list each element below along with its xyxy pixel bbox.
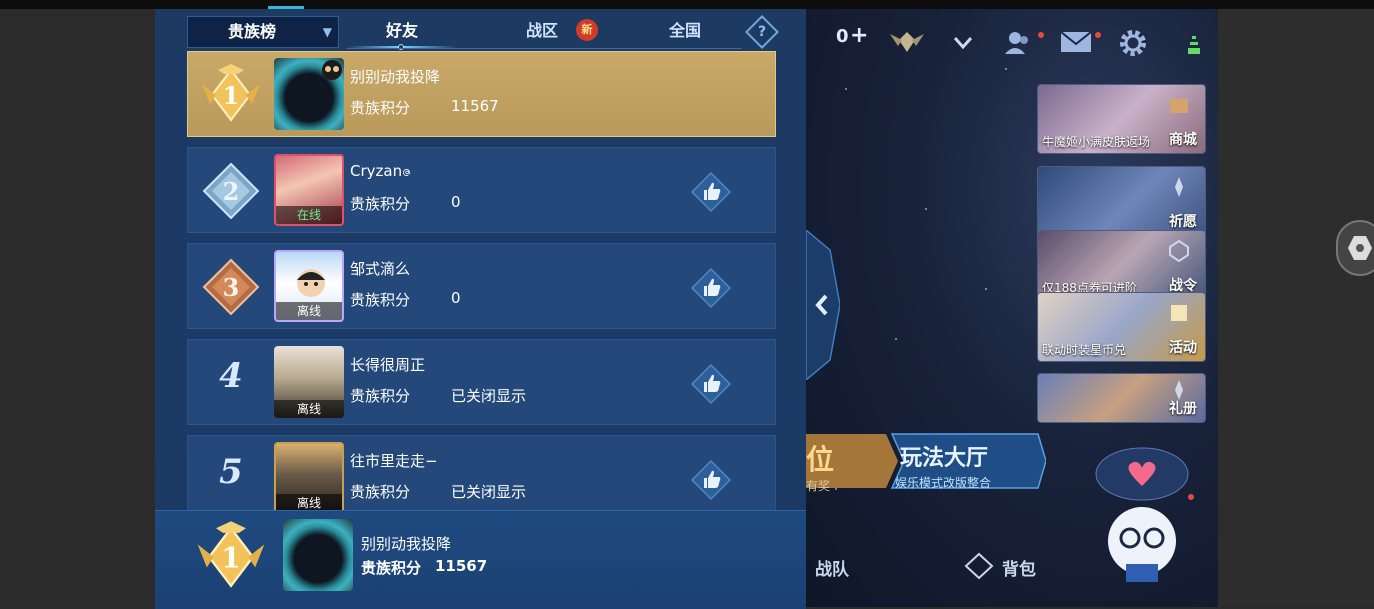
offline-status: 离线 <box>274 400 344 418</box>
thumbs-up-icon[interactable] <box>690 171 732 213</box>
mail-icon[interactable] <box>1060 30 1092 54</box>
nav-team[interactable]: 战队 <box>815 555 849 580</box>
my-player-name: 别别动我投降 <box>361 535 452 553</box>
mail-notification-dot <box>1095 32 1101 38</box>
mascot-notification-dot <box>1188 494 1194 500</box>
my-rank-bar: 1 别别动我投降 贵族积分 11567 <box>155 510 806 609</box>
thumbs-up-icon[interactable] <box>690 363 732 405</box>
score-label: 贵族积分 <box>350 387 411 405</box>
avatar[interactable]: 在线 <box>274 154 344 226</box>
help-icon[interactable]: ? <box>745 15 779 49</box>
leaderboard-row[interactable]: 5 离线 往市里走走− 贵族积分 已关闭显示 <box>187 435 776 510</box>
new-badge: 新 <box>576 19 598 41</box>
side-menu-events[interactable]: 联动时装星币兑 活动 <box>1037 292 1206 362</box>
score-value: 0 <box>451 193 461 211</box>
gold-rank-badge-icon: 1 <box>202 64 260 122</box>
score-value: 0 <box>451 289 461 307</box>
score-label: 贵族积分 <box>350 483 411 501</box>
thumbs-up-icon[interactable] <box>690 267 732 309</box>
side-menu-wish[interactable]: 祈愿 <box>1037 166 1206 236</box>
my-score-value: 11567 <box>435 557 488 575</box>
svg-text:1: 1 <box>221 541 240 574</box>
score-value: 已关闭显示 <box>451 483 527 501</box>
gear-icon[interactable] <box>1118 28 1148 58</box>
score-value: 已关闭显示 <box>451 387 527 405</box>
avatar[interactable] <box>283 519 353 591</box>
offline-status: 离线 <box>276 494 342 510</box>
leaderboard-row[interactable]: 1 别别动我投降 贵族积分 11567 <box>187 51 776 137</box>
leaderboard-type-select[interactable]: 贵族榜 ▼ <box>187 16 339 48</box>
active-tab-dot <box>398 44 404 50</box>
collapse-panel-button[interactable] <box>806 230 840 380</box>
player-name: 邹式滴么 <box>350 260 411 278</box>
silver-rank-badge-icon: 2 <box>202 162 260 220</box>
svg-text:3: 3 <box>223 273 240 302</box>
ranked-mode-title[interactable]: 位 <box>806 438 834 478</box>
tab-national[interactable]: 全国 <box>630 16 740 48</box>
chevron-down-icon: ▼ <box>322 25 332 39</box>
currency-amount: 0 <box>836 26 849 47</box>
leaderboard-tabs: 贵族榜 ▼ 好友 战区 新 全国 ? <box>187 15 779 50</box>
svg-text:2: 2 <box>223 177 240 206</box>
bronze-rank-badge-icon: 3 <box>202 258 260 316</box>
avatar[interactable] <box>274 58 344 130</box>
tabs-divider <box>347 48 742 49</box>
plus-icon[interactable]: + <box>850 23 868 48</box>
leaderboard-list[interactable]: 1 别别动我投降 贵族积分 11567 2 在线 Cryzanဇ 贵族积分 0 <box>187 51 776 510</box>
thumbs-up-icon[interactable] <box>690 459 732 501</box>
score-value: 11567 <box>451 97 499 115</box>
side-menu-shop[interactable]: 牛魔姬小满皮肤返场 商城 <box>1037 84 1206 154</box>
my-score-label: 贵族积分 <box>361 559 422 577</box>
chevron-down-icon[interactable] <box>952 34 974 52</box>
right-letterbox <box>1218 9 1374 607</box>
leaderboard-row[interactable]: 2 在线 Cryzanဇ 贵族积分 0 <box>187 147 776 233</box>
ranked-mode-subtitle: 有奖 <box>806 479 831 493</box>
score-label: 贵族积分 <box>350 99 411 117</box>
leaderboard-row[interactable]: 4 离线 长得很周正 贵族积分 已关闭显示 <box>187 339 776 425</box>
game-screen: 0 + 牛魔姬小满皮肤返场 商城 祈愿 仅188点券可进阶 战令 联动时装星币兑… <box>0 0 1374 609</box>
nav-bag[interactable]: 背包 <box>1002 555 1036 580</box>
floating-assist-handle[interactable] <box>1336 220 1374 276</box>
wifi-icon <box>1188 36 1200 54</box>
offline-status: 离线 <box>276 302 342 320</box>
side-menu-gift-book[interactable]: 礼册 <box>1037 373 1206 423</box>
top-status-strip <box>0 0 1374 9</box>
friends-icon[interactable] <box>1003 28 1033 58</box>
score-label: 贵族积分 <box>350 195 411 213</box>
game-modes-title[interactable]: 玩法大厅 <box>900 440 988 472</box>
leaderboard-row[interactable]: 3 离线 邹式滴么 贵族积分 0 <box>187 243 776 329</box>
game-modes-subtitle: 娱乐模式改版整合 <box>895 476 992 490</box>
rank-number: 4 <box>219 356 243 396</box>
side-menu-battle-pass[interactable]: 仅188点券可进阶 战令 <box>1037 230 1206 300</box>
score-label: 贵族积分 <box>350 291 411 309</box>
player-name: Cryzanဇ <box>350 162 412 180</box>
rank-number: 5 <box>219 452 243 492</box>
player-name: 别别动我投降 <box>350 68 441 86</box>
gold-rank-badge-icon: 1 <box>197 521 265 588</box>
backpack-icon <box>964 552 994 580</box>
online-status: 在线 <box>276 206 342 224</box>
friends-notification-dot <box>1038 32 1044 38</box>
player-name: 往市里走走− <box>350 452 438 470</box>
avatar[interactable]: 离线 <box>274 346 344 418</box>
avatar[interactable]: 离线 <box>274 442 344 510</box>
rank-emblem-icon[interactable] <box>888 28 926 56</box>
player-name: 长得很周正 <box>350 356 426 374</box>
avatar[interactable]: 离线 <box>274 250 344 322</box>
svg-text:1: 1 <box>223 81 240 110</box>
mascot-assistant[interactable] <box>1092 446 1198 586</box>
